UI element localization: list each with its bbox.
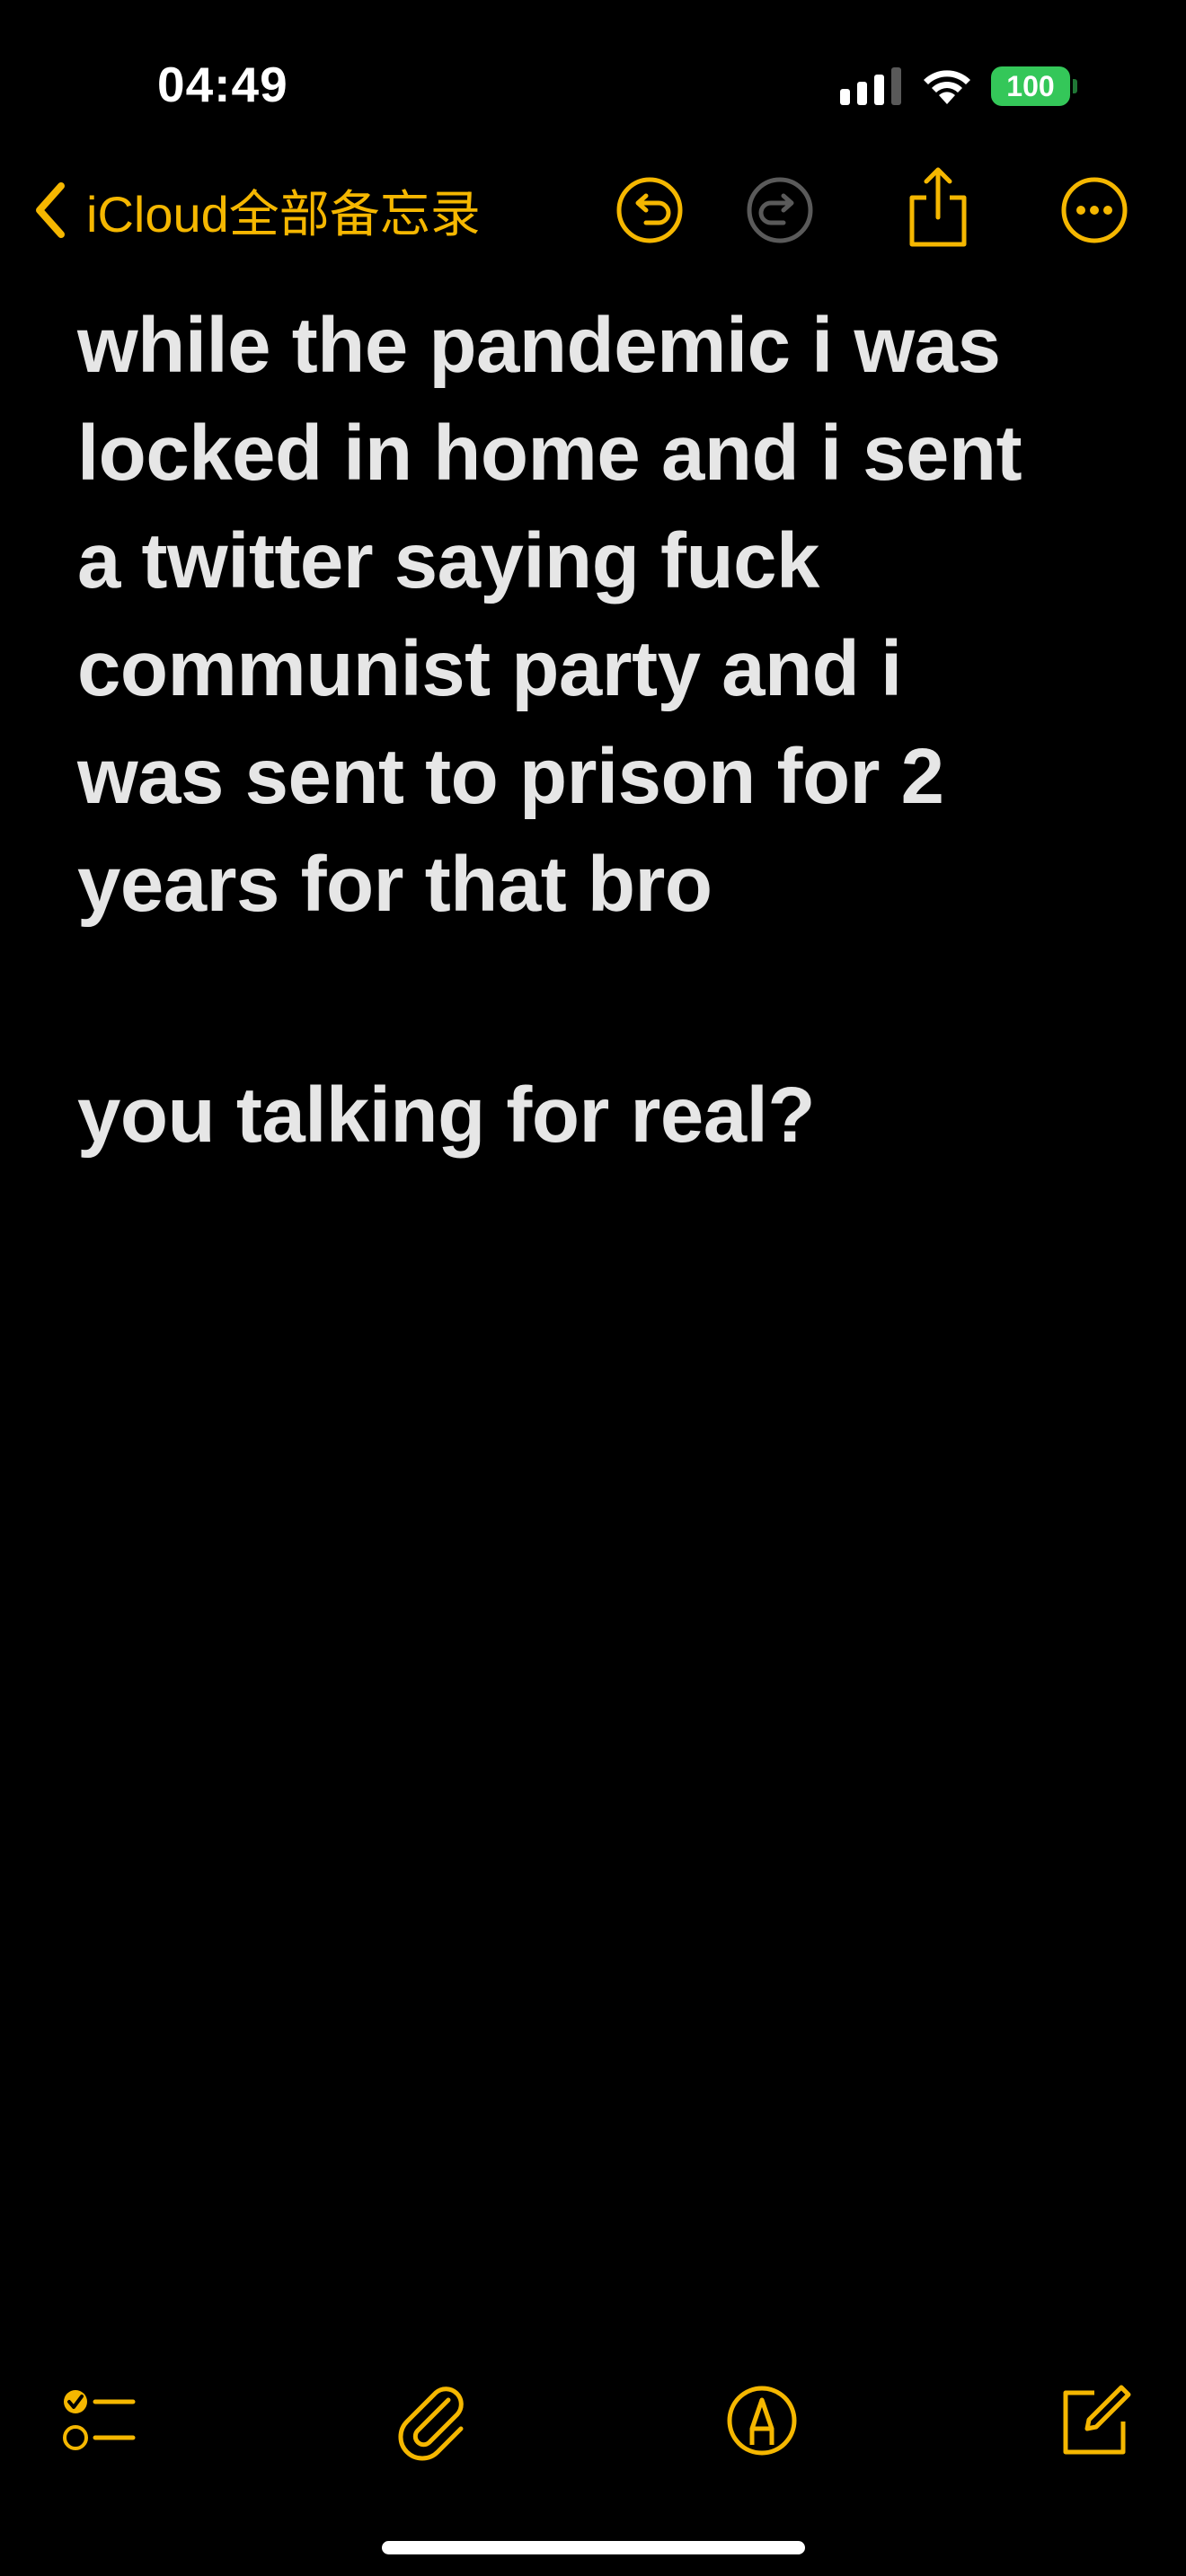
battery-level: 100	[991, 66, 1070, 106]
status-bar: 04:49 100	[0, 0, 1186, 171]
bottom-toolbar	[0, 2371, 1186, 2470]
cellular-signal-icon	[840, 67, 901, 105]
note-line: a twitter saying fuck	[77, 517, 819, 604]
note-line: years for that bro	[77, 841, 712, 928]
compose-icon[interactable]	[1053, 2380, 1134, 2461]
redo-icon[interactable]	[744, 174, 816, 246]
back-button[interactable]: iCloud全部备忘录	[31, 174, 481, 246]
markup-pen-icon[interactable]	[721, 2380, 802, 2461]
note-text[interactable]: while the pandemic i was locked in home …	[77, 292, 1137, 1169]
home-indicator[interactable]	[382, 2541, 805, 2554]
chevron-left-icon	[36, 182, 65, 238]
note-reply-line: you talking for real?	[77, 1072, 815, 1159]
nav-bar: iCloud全部备忘录	[0, 162, 1186, 260]
paperclip-icon[interactable]	[393, 2380, 474, 2461]
status-time: 04:49	[157, 57, 288, 112]
note-line: communist party and i	[77, 625, 902, 712]
battery-tip	[1073, 79, 1077, 93]
back-button-label: iCloud全部备忘录	[86, 185, 481, 243]
checklist-icon[interactable]	[58, 2380, 138, 2461]
battery-indicator: 100	[991, 66, 1079, 106]
undo-icon[interactable]	[614, 174, 686, 246]
more-icon[interactable]	[1058, 174, 1130, 246]
wifi-icon	[924, 70, 970, 104]
note-line: was sent to prison for 2	[77, 733, 944, 820]
note-line: locked in home and i sent	[77, 410, 1022, 497]
note-line: while the pandemic i was	[77, 302, 1001, 389]
share-icon[interactable]	[901, 163, 975, 253]
